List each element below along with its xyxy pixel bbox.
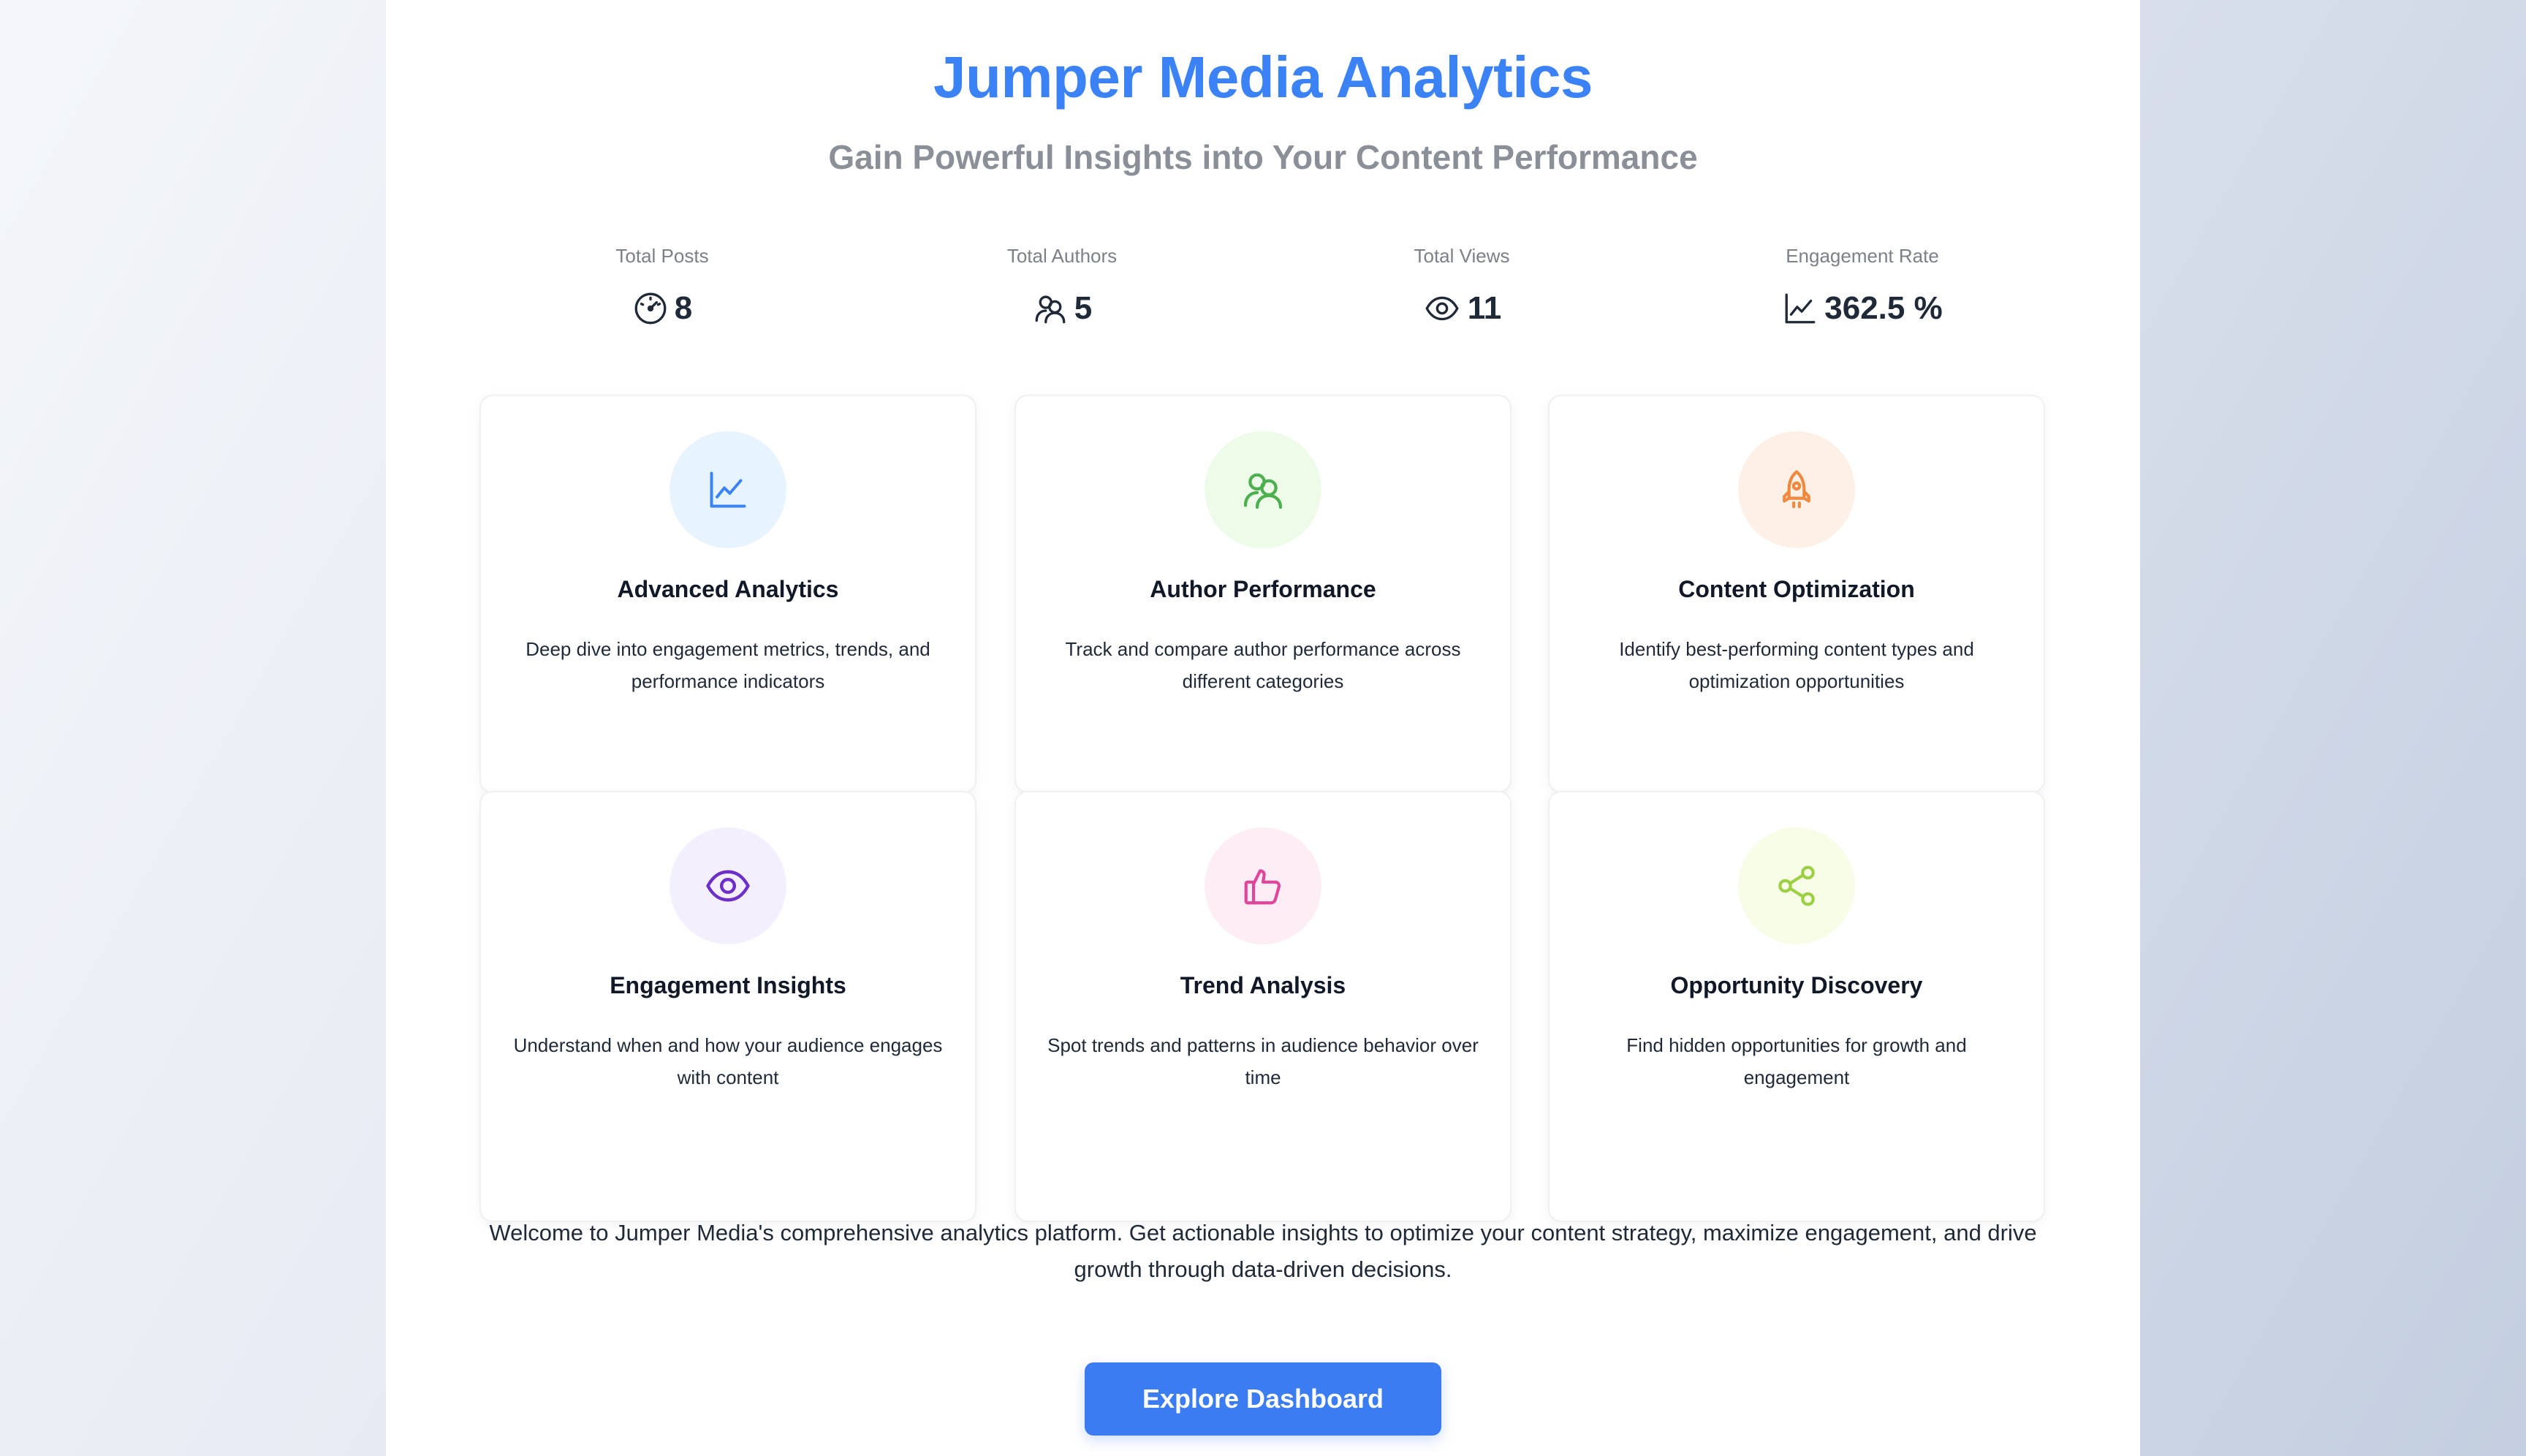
stat-value: 5 [1074, 290, 1093, 326]
feature-description: Understand when and how your audience en… [513, 1034, 943, 1088]
gauge-icon [632, 290, 669, 327]
users-icon [1205, 431, 1321, 548]
stat-label: Total Views [1414, 245, 1510, 267]
feature-title: Advanced Analytics [617, 576, 839, 602]
thumbs-up-icon [1205, 827, 1321, 944]
stat-label: Total Posts [615, 245, 709, 267]
stat-value: 362.5 % [1824, 290, 1943, 326]
feature-description: Identify best-performing content types a… [1619, 638, 1974, 692]
intro-text: Welcome to Jumper Media's comprehensive … [489, 1220, 2037, 1282]
feature-description: Spot trends and patterns in audience beh… [1047, 1034, 1479, 1088]
stat-label: Engagement Rate [1786, 245, 1939, 267]
feature-description: Track and compare author performance acr… [1065, 638, 1461, 692]
feature-card-content-optimization[interactable]: Content Optimization Identify best-perfo… [1548, 395, 2045, 793]
feature-title: Author Performance [1150, 576, 1376, 602]
rocket-icon [1738, 431, 1855, 548]
stat-value: 8 [674, 290, 693, 326]
chart-line-icon [1782, 290, 1818, 327]
eye-icon [670, 827, 786, 944]
feature-card-engagement-insights[interactable]: Engagement Insights Understand when and … [479, 791, 976, 1222]
feature-title: Trend Analysis [1180, 972, 1346, 998]
feature-title: Engagement Insights [610, 972, 846, 998]
feature-card-trend-analysis[interactable]: Trend Analysis Spot trends and patterns … [1014, 791, 1512, 1222]
share-icon [1738, 827, 1855, 944]
feature-description: Deep dive into engagement metrics, trend… [526, 638, 930, 692]
stat-value: 11 [1467, 290, 1502, 326]
users-icon [1032, 290, 1069, 327]
chart-line-icon [670, 431, 786, 548]
eye-icon [1422, 290, 1462, 327]
stats-bar: Total Posts 8 Total Authors 5 Total View… [386, 241, 2140, 336]
explore-dashboard-button[interactable]: Explore Dashboard [1085, 1362, 1441, 1436]
feature-card-author-performance[interactable]: Author Performance Track and compare aut… [1014, 395, 1512, 793]
page-title: Jumper Media Analytics [933, 45, 1593, 110]
stat-total-authors: Total Authors 5 [879, 241, 1245, 332]
feature-card-advanced-analytics[interactable]: Advanced Analytics Deep dive into engage… [479, 395, 976, 793]
stat-total-views: Total Views 11 [1279, 241, 1645, 332]
feature-description: Find hidden opportunities for growth and… [1626, 1034, 1967, 1088]
feature-title: Opportunity Discovery [1670, 972, 1923, 998]
stat-label: Total Authors [1006, 245, 1118, 267]
feature-title: Content Optimization [1678, 576, 1915, 602]
page-subtitle: Gain Powerful Insights into Your Content… [828, 138, 1698, 176]
feature-card-opportunity-discovery[interactable]: Opportunity Discovery Find hidden opport… [1548, 791, 2045, 1222]
landing-panel: Jumper Media Analytics Gain Powerful Ins… [386, 0, 2140, 1456]
stat-total-posts: Total Posts 8 [479, 241, 845, 332]
stat-engagement-rate: Engagement Rate 362.5 % [1680, 241, 2045, 332]
